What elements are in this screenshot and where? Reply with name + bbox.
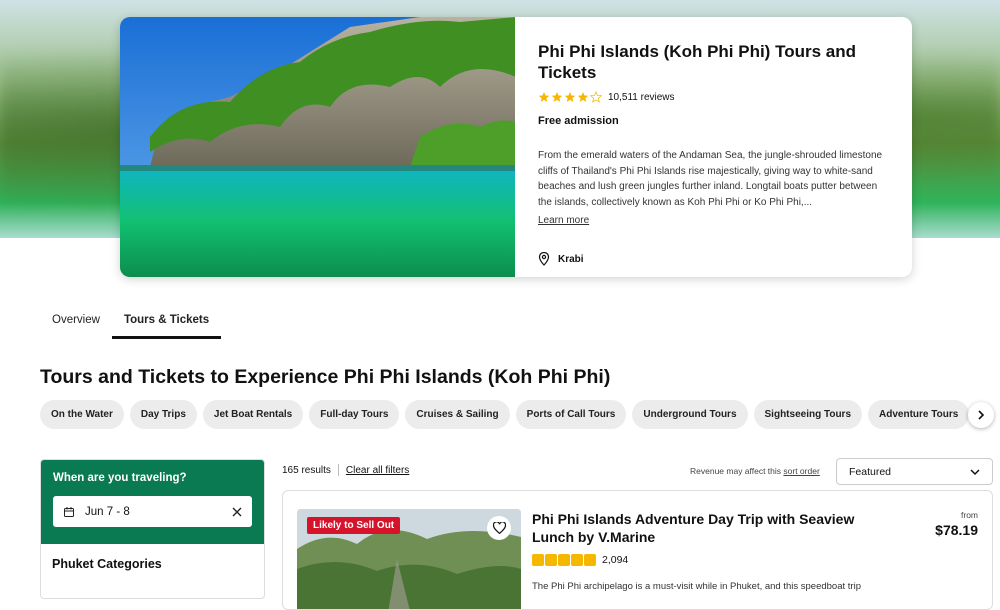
categories-heading: Phuket Categories [52,557,162,571]
review-count: 10,511 reviews [608,91,675,103]
chip-jet-boat-rentals[interactable]: Jet Boat Rentals [202,400,304,429]
star-half-icon [590,91,602,103]
revenue-note: Revenue may affect this sort order [690,466,820,476]
selected-dates: Jun 7 - 8 [85,505,130,518]
location[interactable]: Krabi [538,252,888,266]
product-review-count: 2,094 [602,554,629,566]
results-bar: 165 results Clear all filters [282,464,409,476]
chip-underground-tours[interactable]: Underground Tours [632,400,748,429]
star-icon [564,92,576,102]
clear-filters-link[interactable]: Clear all filters [346,465,409,476]
clear-date-icon[interactable] [232,507,242,517]
chip-day-trips[interactable]: Day Trips [129,400,197,429]
star-icon [558,554,570,566]
chip-adventure-tours[interactable]: Adventure Tours [868,400,970,429]
product-title[interactable]: Phi Phi Islands Adventure Day Trip with … [532,510,882,546]
chip-full-day-tours[interactable]: Full-day Tours [309,400,400,429]
star-rating [538,91,602,103]
divider [337,464,339,476]
tab-overview[interactable]: Overview [40,302,112,339]
product-description: The Phi Phi archipelago is a must-visit … [532,581,861,592]
date-picker[interactable]: Jun 7 - 8 [53,496,252,527]
rating-row[interactable]: 10,511 reviews [538,91,888,103]
price-from-label: from [961,510,978,520]
heart-icon [492,522,506,534]
map-pin-icon [538,252,550,266]
attraction-photo [120,17,515,277]
star-icon [584,554,596,566]
date-filter: When are you traveling? Jun 7 - 8 [41,460,264,544]
filter-panel: When are you traveling? Jun 7 - 8 Phuket… [40,459,265,599]
product-price: $78.19 [935,522,978,538]
star-icon [571,554,583,566]
chips-next-button[interactable] [968,402,994,428]
sort-value: Featured [849,465,892,478]
chip-cruises-sailing[interactable]: Cruises & Sailing [405,400,510,429]
tab-tours-tickets[interactable]: Tours & Tickets [111,302,222,339]
admission-info: Free admission [538,115,619,127]
location-name: Krabi [558,253,584,265]
attraction-card: Phi Phi Islands (Koh Phi Phi) Tours and … [120,17,912,277]
save-wishlist-button[interactable] [487,516,511,540]
chevron-right-icon [978,410,985,420]
chip-sightseeing-tours[interactable]: Sightseeing Tours [753,400,863,429]
product-card[interactable]: Likely to Sell Out Phi Phi Islands Adven… [282,490,993,610]
product-rating: 2,094 [532,554,628,566]
attraction-description: From the emerald waters of the Andaman S… [538,150,883,208]
sort-order-link[interactable]: sort order [783,466,819,476]
star-icon [577,92,589,102]
sell-out-badge: Likely to Sell Out [307,517,401,534]
star-icon [532,554,544,566]
chip-on-the-water[interactable]: On the Water [40,400,124,429]
sort-dropdown[interactable]: Featured [836,458,993,485]
learn-more-link[interactable]: Learn more [538,215,589,226]
tab-bar: Overview Tours & Tickets [40,302,222,339]
chip-ports-of-call-tours[interactable]: Ports of Call Tours [515,400,627,429]
product-star-rating [532,554,596,566]
category-chips: On the Water Day Trips Jet Boat Rentals … [40,400,970,429]
date-question: When are you traveling? [53,472,187,484]
chevron-down-icon [970,468,980,475]
section-title: Tours and Tickets to Experience Phi Phi … [40,366,611,388]
star-icon [538,92,550,102]
results-count: 165 results [282,464,331,476]
star-icon [551,92,563,102]
star-icon [545,554,557,566]
calendar-icon [64,506,74,517]
attraction-title: Phi Phi Islands (Koh Phi Phi) Tours and … [538,42,856,82]
revenue-note-text: Revenue may affect this [690,466,782,476]
